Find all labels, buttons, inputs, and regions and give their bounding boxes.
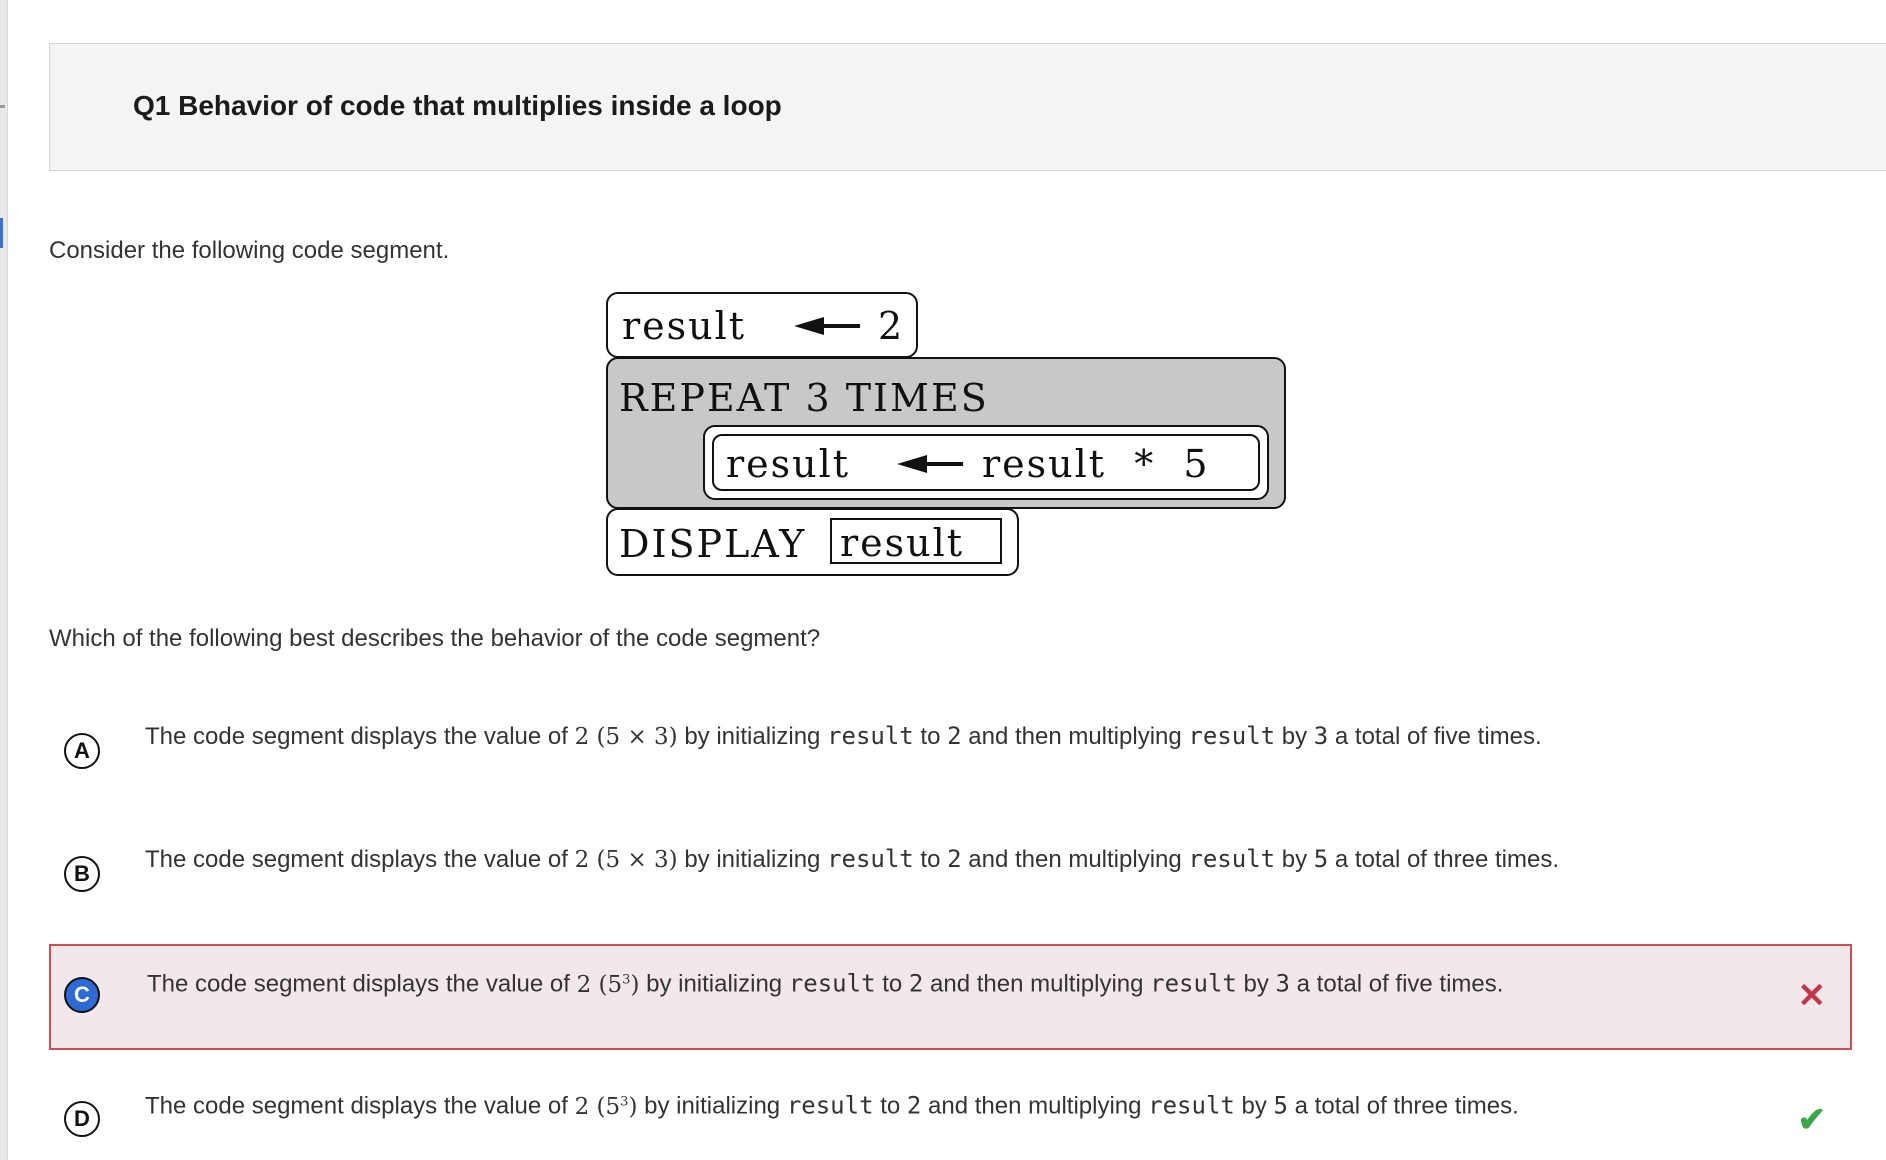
- inner-lhs: result: [726, 442, 851, 486]
- display-label: DISPLAY: [619, 522, 807, 566]
- edge-mark: [0, 105, 5, 108]
- edge-mark-blue: [0, 218, 3, 248]
- option-letter-a[interactable]: A: [64, 733, 100, 769]
- display-arg-box: result: [830, 518, 1002, 564]
- repeat-block: REPEAT 3 TIMES result result * 5: [606, 357, 1286, 509]
- code-segment: result 2 REPEAT 3 TIMES result result * …: [606, 292, 1286, 576]
- option-b[interactable]: B The code segment displays the value of…: [49, 823, 1852, 929]
- question-intro: Consider the following code segment.: [49, 237, 450, 264]
- inner-assign-block: result result * 5: [712, 434, 1260, 491]
- x-mark-icon: ✕: [1797, 977, 1827, 1015]
- inner-assign-outer: result result * 5: [703, 425, 1269, 500]
- inner-rhs: result * 5: [982, 442, 1210, 486]
- option-a[interactable]: A The code segment displays the value of…: [49, 700, 1852, 806]
- left-arrow-icon: [897, 455, 963, 473]
- display-arg: result: [840, 521, 965, 565]
- option-c[interactable]: C The code segment displays the value of…: [49, 944, 1852, 1050]
- left-arrow-icon: [794, 317, 860, 335]
- option-d-text: The code segment displays the value of 2…: [145, 1091, 1519, 1120]
- question-ask: Which of the following best describes th…: [49, 625, 821, 652]
- option-b-text: The code segment displays the value of 2…: [145, 845, 1560, 873]
- option-c-text: The code segment displays the value of 2…: [147, 969, 1504, 998]
- checkmark-icon: ✔: [1797, 1101, 1827, 1139]
- question-header: Q1 Behavior of code that multiplies insi…: [49, 43, 1886, 171]
- option-d[interactable]: D The code segment displays the value of…: [49, 1066, 1852, 1160]
- assign-block: result 2: [606, 292, 918, 358]
- question-title: Q1 Behavior of code that multiplies insi…: [133, 90, 782, 121]
- option-a-text: The code segment displays the value of 2…: [145, 722, 1542, 750]
- assign-var: result: [622, 304, 747, 348]
- option-letter-c[interactable]: C: [64, 977, 100, 1013]
- assign-value: 2: [878, 304, 905, 348]
- display-block: DISPLAY result: [606, 508, 1019, 576]
- repeat-label: REPEAT 3 TIMES: [619, 376, 989, 420]
- option-letter-b[interactable]: B: [64, 856, 100, 892]
- option-letter-d[interactable]: D: [64, 1101, 100, 1137]
- left-window-edge: [0, 0, 8, 1160]
